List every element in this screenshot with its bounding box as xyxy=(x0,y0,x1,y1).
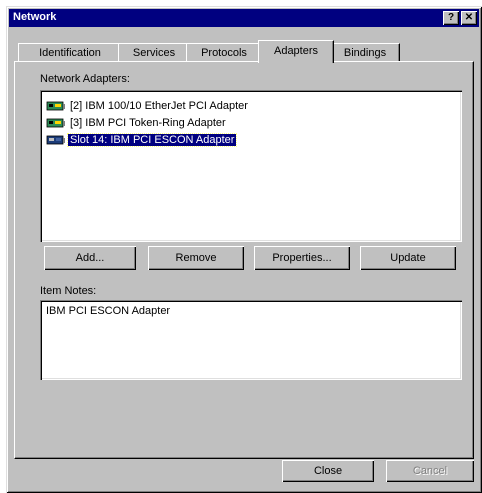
list-item-selected[interactable]: Slot 14: IBM PCI ESCON Adapter xyxy=(46,132,238,148)
tab-protocols[interactable]: Protocols xyxy=(186,43,262,62)
adapter-label: Slot 14: IBM PCI ESCON Adapter xyxy=(66,133,238,147)
escon-adapter-icon xyxy=(46,135,65,145)
close-button[interactable]: Close xyxy=(282,460,374,482)
help-icon[interactable]: ? xyxy=(443,11,459,25)
adapter-label: [3] IBM PCI Token-Ring Adapter xyxy=(70,117,226,129)
list-item[interactable]: [3] IBM PCI Token-Ring Adapter xyxy=(46,115,228,131)
network-adapters-list[interactable]: [2] IBM 100/10 EtherJet PCI Adapter [3] … xyxy=(40,90,462,242)
update-button[interactable]: Update xyxy=(360,246,456,270)
properties-button[interactable]: Properties... xyxy=(254,246,350,270)
remove-button[interactable]: Remove xyxy=(148,246,244,270)
tab-identification[interactable]: Identification xyxy=(18,43,122,62)
item-notes-box: IBM PCI ESCON Adapter xyxy=(40,300,462,380)
adapter-label: [2] IBM 100/10 EtherJet PCI Adapter xyxy=(70,100,248,112)
add-button[interactable]: Add... xyxy=(44,246,136,270)
network-card-icon xyxy=(46,101,65,111)
tab-services[interactable]: Services xyxy=(118,43,190,62)
window-title: Network xyxy=(13,11,57,23)
tab-adapters[interactable]: Adapters xyxy=(258,40,334,63)
title-bar[interactable]: Network ? ✕ xyxy=(9,9,479,27)
network-card-icon xyxy=(46,118,65,128)
item-notes-text: IBM PCI ESCON Adapter xyxy=(46,305,171,317)
cancel-button: Cancel xyxy=(386,460,474,482)
network-adapters-label: Network Adapters: xyxy=(40,73,130,85)
item-notes-label: Item Notes: xyxy=(40,285,97,297)
tab-bindings[interactable]: Bindings xyxy=(330,43,400,62)
network-dialog: Network ? ✕ Identification Services Prot… xyxy=(6,6,482,493)
list-item[interactable]: [2] IBM 100/10 EtherJet PCI Adapter xyxy=(46,98,250,114)
close-icon[interactable]: ✕ xyxy=(461,11,477,25)
